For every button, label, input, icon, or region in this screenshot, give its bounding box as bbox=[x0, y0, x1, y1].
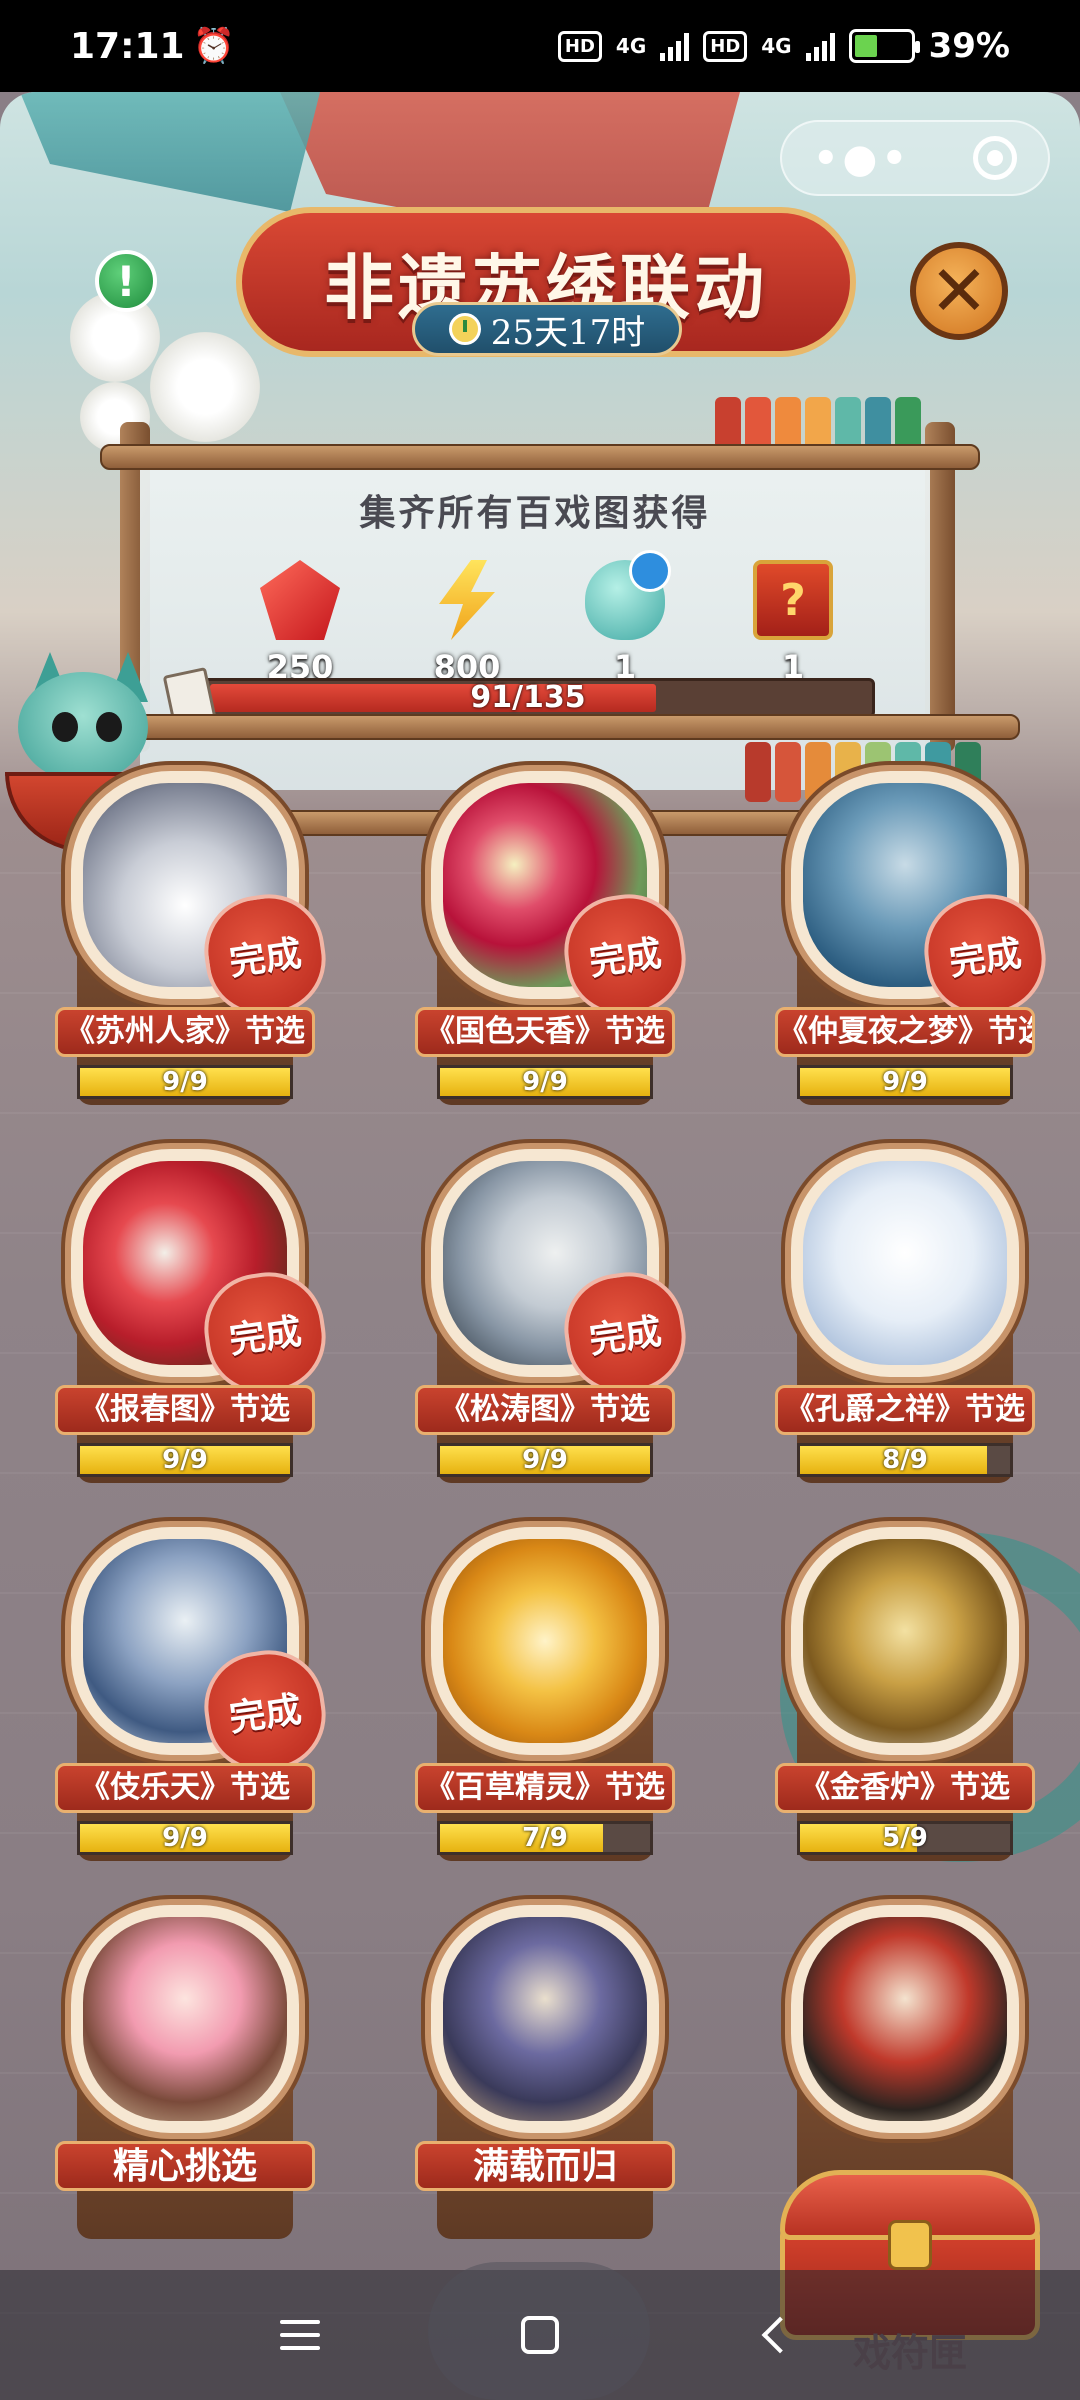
collection-card[interactable]: 满载而归 bbox=[415, 1899, 675, 2239]
card-medallion bbox=[785, 1899, 1025, 2139]
network-type-1: 4G bbox=[615, 34, 647, 58]
reward-mystery-chest[interactable]: ? 1 bbox=[738, 560, 848, 686]
card-progress-text: 7/9 bbox=[522, 1823, 568, 1853]
signal-icon-2 bbox=[805, 31, 835, 61]
reward-energy[interactable]: 800 bbox=[412, 560, 522, 686]
loom-rail-top bbox=[100, 444, 980, 470]
card-progress-bar: 8/9 bbox=[797, 1443, 1013, 1477]
card-title: 《金香炉》节选 bbox=[775, 1763, 1035, 1813]
collection-progress-text: 91/135 bbox=[470, 680, 586, 715]
alarm-icon: ⏰ bbox=[192, 26, 235, 66]
back-button[interactable] bbox=[730, 2270, 830, 2400]
decor-drape-teal bbox=[20, 92, 320, 212]
card-title: 精心挑选 bbox=[55, 2141, 315, 2191]
chest-lock-icon bbox=[888, 2220, 932, 2270]
card-progress-bar: 9/9 bbox=[77, 1065, 293, 1099]
card-title: 《仲夏夜之梦》节选 bbox=[775, 1007, 1035, 1057]
card-progress-text: 5/9 bbox=[882, 1823, 928, 1853]
collection-card[interactable]: 完成 《国色天香》节选 9/9 bbox=[415, 765, 693, 1105]
reward-gem[interactable]: 250 bbox=[245, 560, 355, 686]
card-medallion bbox=[425, 1521, 665, 1761]
card-progress-text: 9/9 bbox=[522, 1445, 568, 1475]
card-title: 《报春图》节选 bbox=[55, 1385, 315, 1435]
info-button[interactable]: ! bbox=[95, 250, 157, 312]
collection-card[interactable]: 《百草精灵》节选 7/9 bbox=[415, 1521, 675, 1861]
event-timer: 25天17时 bbox=[412, 302, 682, 356]
card-progress-bar: 9/9 bbox=[77, 1821, 293, 1855]
home-button[interactable] bbox=[490, 2270, 590, 2400]
card-progress-text: 9/9 bbox=[882, 1067, 928, 1097]
card-progress-text: 8/9 bbox=[882, 1445, 928, 1475]
card-artwork bbox=[83, 1917, 287, 2121]
card-medallion bbox=[785, 1143, 1025, 1383]
collection-card[interactable]: 完成 《伎乐天》节选 9/9 bbox=[55, 1521, 333, 1861]
timer-icon bbox=[448, 313, 481, 345]
mystery-chest-icon: ? bbox=[753, 560, 833, 640]
cat-eye-right bbox=[96, 712, 122, 742]
network-type-2: 4G bbox=[761, 34, 792, 58]
card-title: 《苏州人家》节选 bbox=[55, 1007, 315, 1057]
more-icon[interactable]: •●• bbox=[813, 135, 911, 182]
collection-card[interactable]: 完成 《仲夏夜之梦》节选 9/9 bbox=[775, 765, 1053, 1105]
collection-card[interactable]: 《金香炉》节选 5/9 bbox=[775, 1521, 1035, 1861]
collection-card[interactable]: 《孔爵之祥》节选 8/9 bbox=[775, 1143, 1035, 1483]
chest-label: 戏符匣 bbox=[852, 2330, 967, 2375]
card-progress-bar: 9/9 bbox=[77, 1443, 293, 1477]
loom-rail-bottom bbox=[100, 714, 1020, 740]
menu-button[interactable] bbox=[250, 2270, 350, 2400]
close-miniprogram-icon[interactable] bbox=[973, 136, 1017, 180]
card-artwork bbox=[443, 1917, 647, 2121]
card-title: 《孔爵之祥》节选 bbox=[775, 1385, 1035, 1435]
cat-eye-left bbox=[52, 712, 78, 742]
hd-badge-1: HD bbox=[557, 30, 602, 62]
card-artwork bbox=[443, 1539, 647, 1743]
card-title: 满载而归 bbox=[415, 2141, 675, 2191]
signal-icon-1 bbox=[660, 31, 690, 61]
collection-card[interactable]: 完成 《报春图》节选 9/9 bbox=[55, 1143, 333, 1483]
collection-progress-bar: 91/135 bbox=[162, 667, 875, 731]
card-title: 《松涛图》节选 bbox=[415, 1385, 675, 1435]
home-icon bbox=[521, 2316, 559, 2354]
battery-icon bbox=[848, 29, 920, 63]
card-progress-text: 9/9 bbox=[162, 1067, 208, 1097]
card-progress-bar: 9/9 bbox=[797, 1065, 1013, 1099]
back-icon bbox=[761, 2316, 799, 2354]
battery-percent: 39% bbox=[928, 26, 1010, 66]
status-bar: 17:11 ⏰ HD 4G HD 4G 39% bbox=[0, 0, 1080, 92]
card-artwork bbox=[803, 1917, 1007, 2121]
card-artwork bbox=[803, 1539, 1007, 1743]
hd-badge-2: HD bbox=[703, 30, 748, 62]
status-icons: HD 4G HD 4G 39% bbox=[557, 26, 1010, 66]
card-progress-bar: 9/9 bbox=[437, 1065, 653, 1099]
card-progress-text: 9/9 bbox=[522, 1067, 568, 1097]
collection-card[interactable]: 完成 《松涛图》节选 9/9 bbox=[415, 1143, 693, 1483]
gem-icon bbox=[260, 560, 340, 640]
close-button[interactable]: ✕ bbox=[910, 242, 1008, 340]
lightning-icon bbox=[439, 560, 495, 640]
card-progress-bar: 5/9 bbox=[797, 1821, 1013, 1855]
clock-time: 17:11 bbox=[70, 25, 185, 67]
card-progress-text: 9/9 bbox=[162, 1823, 208, 1853]
mini-program-capsule[interactable]: •●• bbox=[780, 120, 1050, 196]
card-title: 《百草精灵》节选 bbox=[415, 1763, 675, 1813]
card-medallion bbox=[425, 1899, 665, 2139]
collection-card[interactable]: 完成 《苏州人家》节选 9/9 bbox=[55, 765, 333, 1105]
card-progress-bar: 9/9 bbox=[437, 1443, 653, 1477]
collection-card[interactable]: 精心挑选 bbox=[55, 1899, 315, 2239]
game-screen: •●• 非遗苏绣联动 25天17时 ! ✕ 集齐所有百戏图获得 250 800 … bbox=[0, 92, 1080, 2400]
reward-egg[interactable]: 1 bbox=[570, 550, 680, 686]
card-medallion bbox=[65, 1899, 305, 2139]
timer-text: 25天17时 bbox=[490, 312, 646, 353]
egg-icon bbox=[585, 550, 671, 640]
card-title: 《伎乐天》节选 bbox=[55, 1763, 315, 1813]
card-progress-text: 9/9 bbox=[162, 1445, 208, 1475]
card-progress-bar: 7/9 bbox=[437, 1821, 653, 1855]
card-medallion bbox=[785, 1521, 1025, 1761]
menu-icon bbox=[280, 2320, 320, 2350]
card-artwork bbox=[803, 1161, 1007, 1365]
reward-title: 集齐所有百戏图获得 bbox=[359, 492, 711, 534]
card-title: 《国色天香》节选 bbox=[415, 1007, 675, 1057]
